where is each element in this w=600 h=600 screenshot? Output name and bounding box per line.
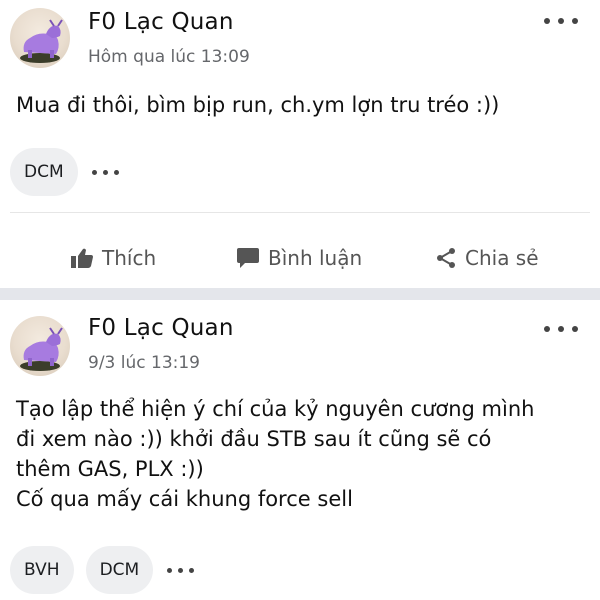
- comment-label: Bình luận: [268, 246, 363, 270]
- tags-more-icon[interactable]: [167, 546, 195, 594]
- like-button[interactable]: Thích: [70, 236, 156, 280]
- action-bar: Thích Bình luận Chia sẻ: [0, 236, 600, 280]
- like-label: Thích: [102, 246, 157, 270]
- share-label: Chia sẻ: [465, 246, 539, 270]
- more-icon-dot: [572, 18, 578, 24]
- post-line: Cố qua mấy cái khung force sell: [16, 487, 353, 511]
- post-card: F0 Lạc Quan 9/3 lúc 13:19 Tạo lập thể hi…: [0, 300, 600, 600]
- more-options-button[interactable]: [544, 14, 578, 28]
- post-timestamp[interactable]: Hôm qua lúc 13:09: [88, 47, 250, 67]
- bull-avatar-icon: [20, 327, 63, 371]
- more-icon-dot: [544, 18, 550, 24]
- post-card: F0 Lạc Quan Hôm qua lúc 13:09 Mua đi thô…: [0, 0, 600, 290]
- tag-list: DCM: [10, 148, 119, 196]
- post-timestamp[interactable]: 9/3 lúc 13:19: [88, 353, 200, 373]
- author-name[interactable]: F0 Lạc Quan: [88, 9, 234, 35]
- share-icon: [437, 248, 455, 268]
- author-name[interactable]: F0 Lạc Quan: [88, 315, 234, 341]
- share-button[interactable]: Chia sẻ: [435, 236, 539, 280]
- post-body: Tạo lập thể hiện ý chí của kỷ nguyên cươ…: [16, 394, 584, 514]
- post-line: Tạo lập thể hiện ý chí của kỷ nguyên cươ…: [16, 397, 535, 421]
- more-icon-dot: [544, 326, 550, 332]
- post-separator: [0, 288, 600, 300]
- tags-more-icon[interactable]: [91, 148, 119, 196]
- tag-chip-bvh[interactable]: BVH: [10, 546, 74, 594]
- tag-chip-dcm[interactable]: DCM: [10, 148, 78, 196]
- divider: [10, 212, 590, 213]
- tag-chip-dcm[interactable]: DCM: [85, 546, 154, 594]
- avatar[interactable]: [10, 8, 70, 68]
- thumbs-up-icon: [71, 248, 93, 268]
- post-body: Mua đi thôi, bìm bịp run, ch.ym lợn tru …: [16, 90, 584, 120]
- more-icon-dot: [558, 326, 564, 332]
- more-icon-dot: [572, 326, 578, 332]
- more-options-button[interactable]: [544, 322, 578, 336]
- tag-list: BVH DCM: [10, 546, 195, 594]
- bull-avatar-icon: [20, 19, 63, 63]
- post-line: thêm GAS, PLX :)): [16, 457, 204, 481]
- post-line: Mua đi thôi, bìm bịp run, ch.ym lợn tru …: [16, 93, 500, 117]
- comment-bubble-icon: [237, 248, 259, 268]
- avatar[interactable]: [10, 316, 70, 376]
- comment-button[interactable]: Bình luận: [236, 236, 362, 280]
- post-line: đi xem nào :)) khởi đầu STB sau ít cũng …: [16, 427, 492, 451]
- more-icon-dot: [558, 18, 564, 24]
